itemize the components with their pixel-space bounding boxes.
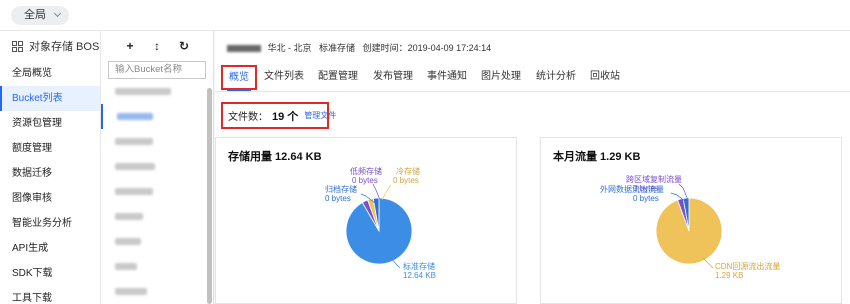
bucket-toolbar: + ↕ ↻ (101, 31, 213, 61)
file-count-value: 19 个 (272, 110, 299, 123)
bucket-list-item[interactable] (101, 154, 213, 179)
slice-label-value: 0 bytes (325, 194, 351, 203)
slice-label-name: 冷存储 (396, 166, 420, 176)
tab-publish[interactable]: 发布管理 (373, 64, 413, 92)
bucket-list-panel: + ↕ ↻ 输入Bucket名称 (101, 31, 214, 304)
tab-event-notify[interactable]: 事件通知 (427, 64, 467, 92)
bucket-list-item[interactable] (101, 129, 213, 154)
slice-label-value: 0 bytes (352, 176, 378, 185)
bucket-list-item[interactable] (101, 229, 213, 254)
bucket-created-time: 创建时间：2019-04-09 17:24:14 (362, 43, 492, 53)
product-title: 对象存储 BOS (29, 41, 100, 53)
storage-usage-pie-chart: 低频存储 0 bytes 冷存储 0 bytes 归档存储 0 bytes 标准… (325, 166, 436, 280)
tab-image-processing[interactable]: 图片处理 (481, 64, 521, 92)
bucket-list-item[interactable] (101, 179, 213, 204)
sidebar-item-business-analysis[interactable]: 智能业务分析 (0, 211, 100, 236)
bucket-list-item-selected[interactable] (101, 104, 213, 129)
storage-usage-card: 存储用量 12.64 KB 低频存储 0 bytes 冷存储 0 bytes 归… (215, 137, 517, 304)
file-count-label: 文件数： (228, 112, 268, 123)
refresh-icon[interactable]: ↻ (171, 39, 198, 53)
tab-overview[interactable]: 概览 (221, 65, 257, 91)
bucket-list-item[interactable] (101, 254, 213, 279)
sidebar-item-quota[interactable]: 额度管理 (0, 136, 100, 161)
region-select[interactable]: 全局 (11, 6, 69, 25)
chevron-down-icon (53, 9, 62, 18)
file-count-box: 文件数： 19 个 管理文件 (221, 102, 336, 129)
slice-label-value: 12.64 KB (403, 271, 436, 280)
slice-label-value: 0 bytes (633, 194, 659, 203)
bucket-list-item[interactable] (101, 279, 213, 304)
bucket-search-input[interactable]: 输入Bucket名称 (108, 61, 206, 79)
tab-file-list[interactable]: 文件列表 (264, 64, 304, 92)
sidebar-item-data-migration[interactable]: 数据迁移 (0, 161, 100, 186)
bucket-storage-class: 标准存储 (319, 43, 356, 53)
sidebar-item-resource-packages[interactable]: 资源包管理 (0, 111, 100, 136)
tab-statistics[interactable]: 统计分析 (536, 64, 576, 92)
sidebar-header: 对象存储 BOS (0, 31, 100, 61)
slice-label-name: CDN回源流出流量 (715, 261, 780, 271)
sidebar-item-bucket-list[interactable]: Bucket列表 (0, 86, 100, 111)
slice-label-name: 外网数据流出流量 (600, 184, 664, 194)
sidebar: 对象存储 BOS 全局概览 Bucket列表 资源包管理 额度管理 数据迁移 图… (0, 31, 101, 304)
tab-bar: 概览 文件列表 配置管理 发布管理 事件通知 图片处理 统计分析 回收站 (215, 64, 850, 92)
sidebar-item-image-audit[interactable]: 图像审核 (0, 186, 100, 211)
traffic-card: 本月流量 1.29 KB 跨区域复制流量 0 bytes 外网数据流出流量 0 … (540, 137, 842, 304)
sidebar-item-tool-download[interactable]: 工具下载 (0, 286, 100, 304)
sidebar-item-overview[interactable]: 全局概览 (0, 61, 100, 86)
sidebar-item-api-generation[interactable]: API生成 (0, 236, 100, 261)
add-bucket-icon[interactable]: + (117, 39, 144, 53)
tab-recycle-bin[interactable]: 回收站 (590, 64, 620, 92)
slice-label-name: 低频存储 (350, 166, 382, 176)
grid-icon (12, 40, 23, 52)
slice-label-value: 0 bytes (393, 176, 419, 185)
bucket-list-item[interactable] (101, 204, 213, 229)
bucket-list-item[interactable] (101, 79, 213, 104)
slice-label-name: 跨区域复制流量 (626, 174, 682, 184)
tab-config[interactable]: 配置管理 (318, 64, 358, 92)
slice-label-name: 标准存储 (403, 261, 435, 271)
bucket-region: 华北 - 北京 (267, 43, 312, 53)
bucket-list-scrollbar[interactable] (207, 88, 212, 304)
bucket-name (227, 45, 261, 53)
top-bar: 全局 (0, 0, 850, 31)
region-select-label: 全局 (24, 9, 46, 21)
traffic-pie-chart: 跨区域复制流量 0 bytes 外网数据流出流量 0 bytes CDN回源流出… (600, 174, 780, 280)
slice-label-name: 归档存储 (325, 184, 357, 194)
manage-files-link[interactable]: 管理文件 (304, 110, 336, 121)
main-content: 华北 - 北京 标准存储 创建时间：2019-04-09 17:24:14 概览… (215, 31, 850, 304)
slice-label-value: 1.29 KB (715, 271, 743, 280)
bucket-info: 华北 - 北京 标准存储 创建时间：2019-04-09 17:24:14 (227, 41, 491, 54)
sort-icon[interactable]: ↕ (144, 39, 171, 53)
sidebar-item-sdk-download[interactable]: SDK下载 (0, 261, 100, 286)
